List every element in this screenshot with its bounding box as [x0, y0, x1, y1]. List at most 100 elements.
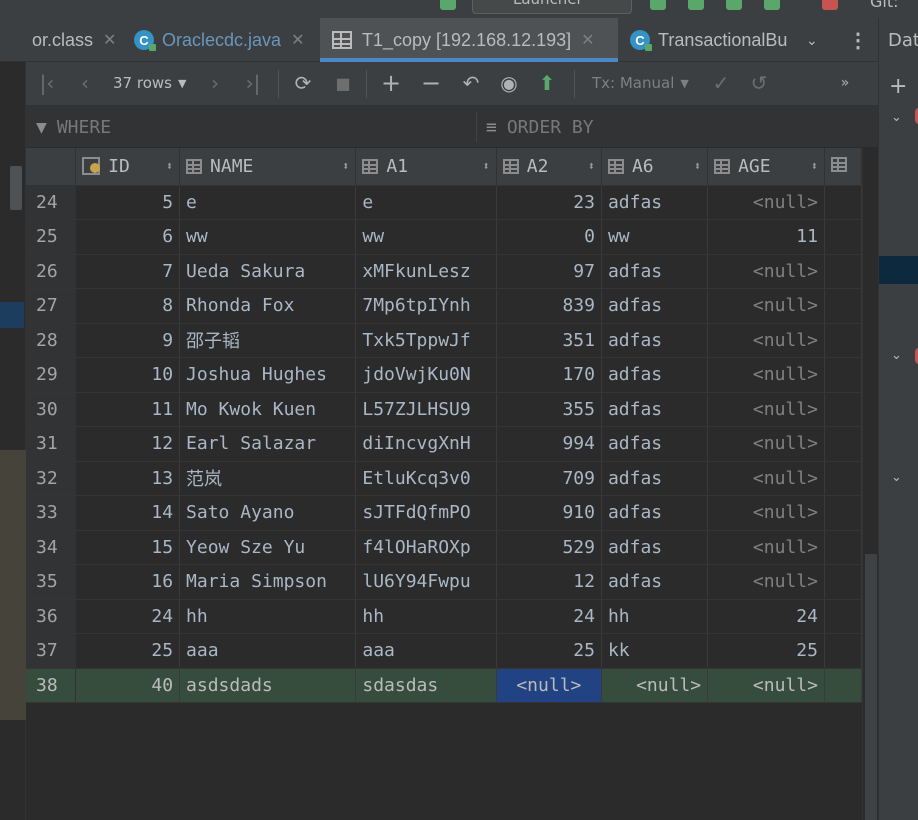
- sort-icon[interactable]: ⬍: [811, 159, 818, 173]
- delete-row-icon[interactable]: −: [418, 69, 444, 97]
- stop-query-icon[interactable]: ■: [330, 70, 356, 96]
- cell-a6[interactable]: ww: [601, 219, 709, 255]
- add-datasource-icon[interactable]: +: [889, 74, 907, 99]
- order-by-filter[interactable]: ≡ ORDER BY: [486, 106, 594, 148]
- cell-a2[interactable]: 351: [496, 323, 602, 358]
- column-header-a6[interactable]: A6 ⬍: [601, 148, 709, 186]
- view-query-icon[interactable]: ◉: [496, 70, 522, 96]
- cell-a6[interactable]: hh: [601, 599, 709, 634]
- cell-age[interactable]: <null>: [707, 185, 825, 220]
- cell-age[interactable]: <null>: [707, 530, 825, 565]
- table-row[interactable]: 29 10 Joshua Hughes jdoVwjKu0N 170 adfas <null…: [26, 357, 862, 393]
- table-row[interactable]: 31 12 Earl Salazar diIncvgXnH 994 adfas <null>: [26, 426, 862, 462]
- cell-next[interactable]: [824, 357, 862, 393]
- cell-id[interactable]: 40: [75, 668, 181, 703]
- cell-name[interactable]: hh: [179, 599, 357, 634]
- cell-next[interactable]: [824, 530, 862, 565]
- cell-a2[interactable]: 170: [496, 357, 602, 393]
- sort-icon[interactable]: ⬍: [588, 159, 595, 173]
- cell-id[interactable]: 14: [75, 495, 181, 531]
- cell-a2[interactable]: 709: [496, 461, 602, 496]
- cell-a6[interactable]: adfas: [601, 530, 709, 565]
- cell-a6[interactable]: adfas: [601, 323, 709, 358]
- stop-icon[interactable]: [822, 0, 838, 10]
- cell-next[interactable]: [824, 219, 862, 255]
- tab-or-class[interactable]: or.class ✕: [0, 18, 120, 62]
- tab-transactionalbu[interactable]: C TransactionalBu: [620, 18, 800, 62]
- cell-a6[interactable]: adfas: [601, 357, 709, 393]
- cell-id[interactable]: 10: [75, 357, 181, 393]
- cell-age[interactable]: 24: [707, 599, 825, 634]
- cell-a2[interactable]: 23: [496, 185, 602, 220]
- cell-a1[interactable]: xMFkunLesz: [355, 254, 497, 289]
- table-row[interactable]: 25 6 ww ww 0 ww 11: [26, 219, 862, 255]
- cell-age[interactable]: <null>: [707, 357, 825, 393]
- cell-name[interactable]: 范岚: [179, 461, 357, 496]
- cell-name[interactable]: Maria Simpson: [179, 564, 357, 600]
- cell-name[interactable]: Earl Salazar: [179, 426, 357, 462]
- cell-a1[interactable]: hh: [355, 599, 497, 634]
- cell-id[interactable]: 7: [75, 254, 181, 289]
- cell-name[interactable]: Joshua Hughes: [179, 357, 357, 393]
- cell-age[interactable]: <null>: [707, 288, 825, 324]
- build-icon[interactable]: [440, 0, 456, 10]
- cell-age[interactable]: <null>: [707, 254, 825, 289]
- cell-a6[interactable]: adfas: [601, 254, 709, 289]
- close-icon[interactable]: ✕: [581, 30, 594, 50]
- cell-a6[interactable]: adfas: [601, 495, 709, 531]
- cell-id[interactable]: 6: [75, 219, 181, 255]
- cell-a6[interactable]: adfas: [601, 461, 709, 496]
- cell-age[interactable]: <null>: [707, 426, 825, 462]
- cell-name[interactable]: e: [179, 185, 357, 220]
- cell-next[interactable]: [824, 392, 862, 427]
- tabs-dropdown-chevron-icon[interactable]: ⌄: [806, 18, 830, 62]
- rollback-icon[interactable]: ↺: [746, 70, 772, 96]
- cell-a2[interactable]: 12: [496, 564, 602, 600]
- column-header-a1[interactable]: A1 ⬍: [355, 148, 497, 186]
- table-row[interactable]: 32 13 范岚 EtluKcq3v0 709 adfas <null>: [26, 461, 862, 496]
- sort-icon[interactable]: ⬍: [483, 159, 490, 173]
- first-page-icon[interactable]: |‹: [34, 70, 60, 96]
- refresh-icon[interactable]: ⟳: [290, 70, 316, 96]
- table-row[interactable]: 24 5 e e 23 adfas <null>: [26, 185, 862, 220]
- commit-icon[interactable]: ✓: [708, 70, 734, 96]
- table-row[interactable]: 37 25 aaa aaa 25 kk 25: [26, 633, 862, 669]
- run-icon[interactable]: [650, 0, 666, 10]
- cell-a1[interactable]: f4lOHaROXp: [355, 530, 497, 565]
- cell-a1[interactable]: diIncvgXnH: [355, 426, 497, 462]
- table-row[interactable]: 27 8 Rhonda Fox 7Mp6tpIYnh 839 adfas <null>: [26, 288, 862, 324]
- cell-age[interactable]: <null>: [707, 461, 825, 496]
- submit-changes-icon[interactable]: ⬆: [534, 70, 560, 96]
- cell-a1[interactable]: L57ZJLHSU9: [355, 392, 497, 427]
- cell-next[interactable]: [824, 288, 862, 324]
- cell-id[interactable]: 15: [75, 530, 181, 565]
- cell-name[interactable]: Rhonda Fox: [179, 288, 357, 324]
- cell-name[interactable]: ww: [179, 219, 357, 255]
- cell-a2[interactable]: 0: [496, 219, 602, 255]
- cell-a2[interactable]: 355: [496, 392, 602, 427]
- cell-a1[interactable]: 7Mp6tpIYnh: [355, 288, 497, 324]
- cell-next[interactable]: [824, 633, 862, 669]
- cell-a2[interactable]: 25: [496, 633, 602, 669]
- cell-name[interactable]: Mo Kwok Kuen: [179, 392, 357, 427]
- column-header-a2[interactable]: A2 ⬍: [496, 148, 602, 186]
- scrollbar-thumb[interactable]: [865, 554, 877, 820]
- cell-age[interactable]: <null>: [707, 495, 825, 531]
- column-header-age[interactable]: AGE ⬍: [707, 148, 825, 186]
- cell-id[interactable]: 13: [75, 461, 181, 496]
- gutter-scrollbar[interactable]: [10, 166, 22, 210]
- column-header-name[interactable]: NAME ⬍: [179, 148, 357, 186]
- table-row[interactable]: 26 7 Ueda Sakura xMFkunLesz 97 adfas <null>: [26, 254, 862, 289]
- debug-icon[interactable]: [688, 0, 704, 10]
- more-options-icon[interactable]: ⋮: [848, 18, 868, 62]
- sort-icon[interactable]: ⬍: [342, 159, 349, 173]
- tab-oraclecdc-java[interactable]: C Oraclecdc.java ✕: [124, 18, 320, 62]
- cell-id[interactable]: 24: [75, 599, 181, 634]
- close-icon[interactable]: ✕: [103, 30, 116, 50]
- cell-next[interactable]: [824, 254, 862, 289]
- cell-age[interactable]: <null>: [707, 392, 825, 427]
- cell-id[interactable]: 16: [75, 564, 181, 600]
- table-row[interactable]: 28 9 邵子韬 Txk5TppwJf 351 adfas <null>: [26, 323, 862, 358]
- profile-icon[interactable]: [764, 0, 780, 10]
- cell-a2[interactable]: 24: [496, 599, 602, 634]
